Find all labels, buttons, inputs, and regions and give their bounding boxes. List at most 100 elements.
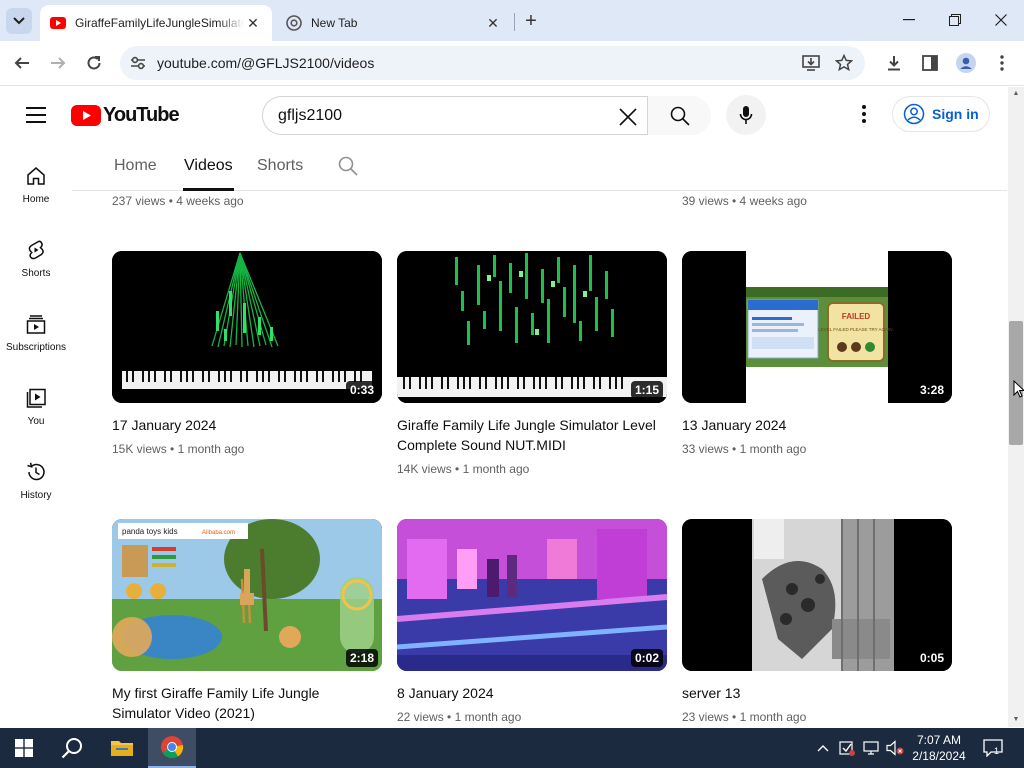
- voice-search-button[interactable]: [726, 95, 766, 135]
- security-status-icon[interactable]: [838, 739, 856, 757]
- video-title[interactable]: Giraffe Family Life Jungle Simulator Lev…: [397, 415, 657, 455]
- address-bar[interactable]: youtube.com/@GFLJS2100/videos: [120, 46, 865, 80]
- video-views: 22 views: [397, 710, 444, 724]
- chrome-taskbar-button[interactable]: [148, 728, 196, 768]
- taskbar-search-button[interactable]: [48, 728, 96, 768]
- guide-item-history[interactable]: History: [0, 460, 72, 530]
- back-button[interactable]: [8, 49, 36, 77]
- reload-button[interactable]: [80, 49, 108, 77]
- tab-youtube[interactable]: GiraffeFamilyLifeJungleSimulator ✕: [40, 5, 272, 41]
- settings-menu-button[interactable]: [852, 102, 876, 126]
- close-tab-icon[interactable]: ✕: [244, 14, 262, 32]
- search-input[interactable]: gfljs2100: [278, 107, 342, 125]
- guide-item-home[interactable]: Home: [0, 164, 72, 234]
- chevron-down-icon: [13, 17, 25, 25]
- video-duration: 0:02: [630, 649, 663, 667]
- youtube-logo[interactable]: YouTube: [71, 103, 180, 126]
- clear-search-icon[interactable]: [616, 105, 640, 129]
- video-title[interactable]: 13 January 2024: [682, 415, 942, 435]
- file-explorer-button[interactable]: [98, 728, 146, 768]
- video-age: 1 month ago: [739, 710, 807, 724]
- guide-item-shorts[interactable]: Shorts: [0, 238, 72, 308]
- video-meta: 39 views • 4 weeks ago: [682, 194, 807, 208]
- forward-button[interactable]: [44, 49, 72, 77]
- minimize-button[interactable]: [886, 0, 932, 40]
- network-icon[interactable]: [862, 739, 880, 757]
- search-button[interactable]: [647, 96, 711, 135]
- tab-new-tab[interactable]: New Tab ✕: [276, 5, 512, 41]
- tab-search-dropdown[interactable]: [6, 8, 32, 34]
- windows-taskbar: 7:07 AM 2/18/2024 1: [0, 728, 1024, 768]
- tab-home[interactable]: Home: [114, 157, 157, 175]
- video-card[interactable]: 1:15 Giraffe Family Life Jungle Simulato…: [397, 251, 667, 481]
- video-title[interactable]: 8 January 2024: [397, 683, 657, 703]
- video-views: 23 views: [682, 710, 729, 724]
- system-clock[interactable]: 7:07 AM 2/18/2024: [904, 732, 974, 764]
- video-card[interactable]: 0:05 server 13 23 views • 1 month ago: [682, 519, 952, 729]
- side-panel-icon: [922, 55, 938, 71]
- video-duration: 0:33: [345, 381, 378, 399]
- clock-time: 7:07 AM: [916, 733, 962, 747]
- sign-in-button[interactable]: Sign in: [892, 96, 990, 132]
- account-circle-icon: [903, 103, 925, 125]
- scroll-up-arrow-icon[interactable]: ▲: [1010, 88, 1022, 98]
- video-card[interactable]: FAILED LEVEL FAILED PLEASE TRY AGAIN. 3:…: [682, 251, 952, 471]
- video-meta: 23 views • 1 month ago: [682, 710, 807, 724]
- video-thumbnail[interactable]: panda toys kids Alibaba.com 2:18: [112, 519, 382, 671]
- history-icon: [24, 460, 48, 484]
- you-icon: [24, 386, 48, 410]
- video-meta: 33 views • 1 month ago: [682, 442, 807, 456]
- video-title[interactable]: My first Giraffe Family Life Jungle Simu…: [112, 683, 372, 723]
- failed-title-text: FAILED: [842, 312, 871, 321]
- bookmark-star-icon[interactable]: [834, 53, 854, 73]
- tab-videos[interactable]: Videos: [184, 157, 233, 175]
- site-info-icon[interactable]: [128, 53, 148, 73]
- youtube-play-logo-icon: [71, 104, 101, 126]
- volume-muted-icon[interactable]: [886, 739, 904, 757]
- browser-toolbar: youtube.com/@GFLJS2100/videos: [0, 41, 1024, 86]
- subscriptions-icon: [24, 312, 48, 336]
- video-card[interactable]: 0:02 8 January 2024 22 views • 1 month a…: [397, 519, 667, 729]
- arrow-right-icon: [51, 57, 66, 69]
- video-thumbnail[interactable]: 0:02: [397, 519, 667, 671]
- video-title[interactable]: 17 January 2024: [112, 415, 372, 435]
- video-card[interactable]: panda toys kids Alibaba.com 2:18 My firs…: [112, 519, 382, 729]
- downloads-button[interactable]: [880, 49, 908, 77]
- video-age: 1 month ago: [454, 710, 522, 724]
- video-duration: 3:28: [915, 381, 948, 399]
- youtube-wordmark: YouTube: [103, 103, 180, 126]
- notifications-icon[interactable]: 1: [982, 739, 1004, 757]
- start-button[interactable]: [0, 728, 48, 768]
- video-views: 14K views: [397, 462, 452, 476]
- guide-menu-button[interactable]: [22, 101, 50, 129]
- channel-search-icon[interactable]: [338, 156, 360, 178]
- video-views: 15K views: [112, 442, 167, 456]
- new-tab-button[interactable]: +: [518, 8, 544, 34]
- chrome-menu-button[interactable]: [988, 49, 1016, 77]
- video-meta: 14K views • 1 month ago: [397, 462, 530, 476]
- close-window-button[interactable]: [978, 0, 1024, 40]
- failed-sub-text: LEVEL FAILED PLEASE TRY AGAIN.: [818, 327, 894, 332]
- video-age: 1 month ago: [462, 462, 530, 476]
- profile-button[interactable]: [952, 49, 980, 77]
- side-panel-button[interactable]: [916, 49, 944, 77]
- tab-title: GiraffeFamilyLifeJungleSimulator: [75, 16, 244, 30]
- scroll-down-arrow-icon[interactable]: ▼: [1010, 714, 1022, 724]
- restore-button[interactable]: [932, 0, 978, 40]
- youtube-masthead: YouTube gfljs2100 Sign in: [0, 87, 1008, 143]
- video-title[interactable]: server 13: [682, 683, 942, 703]
- guide-item-you[interactable]: You: [0, 386, 72, 456]
- show-hidden-icons-chevron-up-icon[interactable]: [814, 739, 832, 757]
- ad-site-text: Alibaba.com: [202, 530, 235, 536]
- guide-item-subscriptions[interactable]: Subscriptions: [0, 312, 72, 382]
- video-thumbnail[interactable]: FAILED LEVEL FAILED PLEASE TRY AGAIN. 3:…: [682, 251, 952, 403]
- install-app-icon[interactable]: [801, 53, 821, 73]
- close-tab-icon[interactable]: ✕: [484, 14, 502, 32]
- video-thumbnail[interactable]: 0:33: [112, 251, 382, 403]
- guide-label: Home: [22, 194, 50, 205]
- tab-shorts[interactable]: Shorts: [257, 157, 303, 175]
- video-duration: 1:15: [630, 381, 663, 399]
- video-thumbnail[interactable]: 0:05: [682, 519, 952, 671]
- video-card[interactable]: 0:33 17 January 2024 15K views • 1 month…: [112, 251, 382, 471]
- video-thumbnail[interactable]: 1:15: [397, 251, 667, 403]
